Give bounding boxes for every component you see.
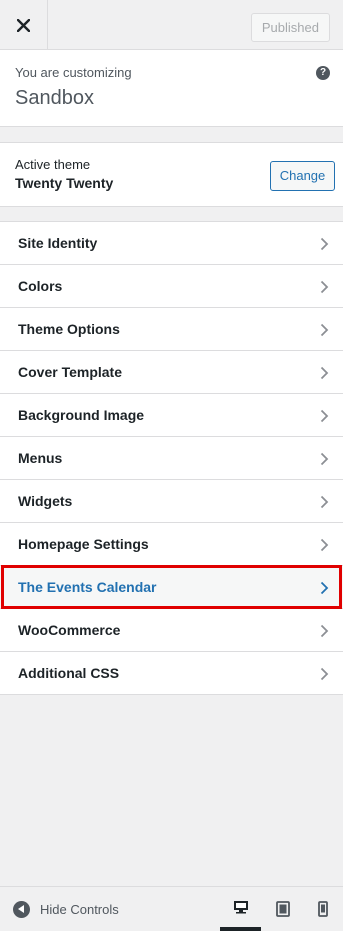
chevron-right-icon [320, 624, 329, 638]
chevron-right-icon [320, 581, 329, 595]
section-label: Background Image [18, 407, 145, 423]
chevron-right-icon [320, 495, 329, 509]
section-item-cover-template[interactable]: Cover Template [0, 351, 343, 394]
chevron-right-icon [320, 538, 329, 552]
section-label: Theme Options [18, 321, 120, 337]
active-theme-panel: Active theme Twenty Twenty Change [0, 142, 343, 207]
mobile-icon [317, 901, 328, 917]
section-item-additional-css[interactable]: Additional CSS [0, 652, 343, 695]
chevron-right-icon [320, 452, 329, 466]
section-label: Additional CSS [18, 665, 120, 681]
hide-controls-button[interactable]: Hide Controls [13, 901, 119, 918]
customizer-header: Published [0, 0, 343, 50]
collapse-icon [13, 901, 30, 918]
section-label: WooCommerce [18, 622, 121, 638]
chevron-right-icon [320, 409, 329, 423]
chevron-right-icon [320, 237, 329, 251]
site-title: Sandbox [15, 87, 94, 109]
section-label: The Events Calendar [18, 579, 157, 595]
section-label: Menus [18, 450, 63, 466]
device-tablet-button[interactable] [262, 887, 303, 931]
section-label: Colors [18, 278, 63, 294]
device-mobile-button[interactable] [302, 887, 343, 931]
help-icon: ? [316, 66, 330, 80]
section-label: Homepage Settings [18, 536, 149, 552]
section-item-the-events-calendar[interactable]: The Events Calendar [0, 565, 343, 609]
section-label: Site Identity [18, 235, 98, 251]
customizing-info: You are customizing Sandbox ? [0, 50, 343, 127]
chevron-right-icon [320, 667, 329, 681]
close-button[interactable] [0, 0, 48, 50]
device-desktop-button[interactable] [220, 887, 261, 931]
help-button[interactable]: ? [303, 50, 343, 90]
hide-controls-label: Hide Controls [40, 902, 119, 917]
chevron-right-icon [320, 280, 329, 294]
section-item-site-identity[interactable]: Site Identity [0, 222, 343, 265]
sections-list: Site Identity Colors Theme Options Cover Te… [0, 221, 343, 695]
section-item-theme-options[interactable]: Theme Options [0, 308, 343, 351]
chevron-right-icon [320, 323, 329, 337]
customizing-label: You are customizing [15, 65, 132, 80]
published-button[interactable]: Published [250, 13, 330, 42]
section-item-menus[interactable]: Menus [0, 437, 343, 480]
change-theme-button[interactable]: Change [270, 161, 335, 191]
section-item-homepage-settings[interactable]: Homepage Settings [0, 523, 343, 566]
section-item-woocommerce[interactable]: WooCommerce [0, 609, 343, 652]
section-item-colors[interactable]: Colors [0, 265, 343, 308]
tablet-icon [275, 901, 290, 917]
active-theme-name: Twenty Twenty [15, 175, 114, 191]
customizer-footer: Hide Controls [0, 886, 343, 931]
active-theme-label: Active theme [15, 157, 91, 172]
section-label: Widgets [18, 493, 73, 509]
section-label: Cover Template [18, 364, 122, 380]
close-icon [17, 18, 30, 32]
chevron-right-icon [320, 366, 329, 380]
desktop-icon [233, 901, 248, 914]
customizer-sidebar: Published You are customizing Sandbox ? … [0, 0, 343, 931]
section-item-background-image[interactable]: Background Image [0, 394, 343, 437]
section-item-widgets[interactable]: Widgets [0, 480, 343, 523]
